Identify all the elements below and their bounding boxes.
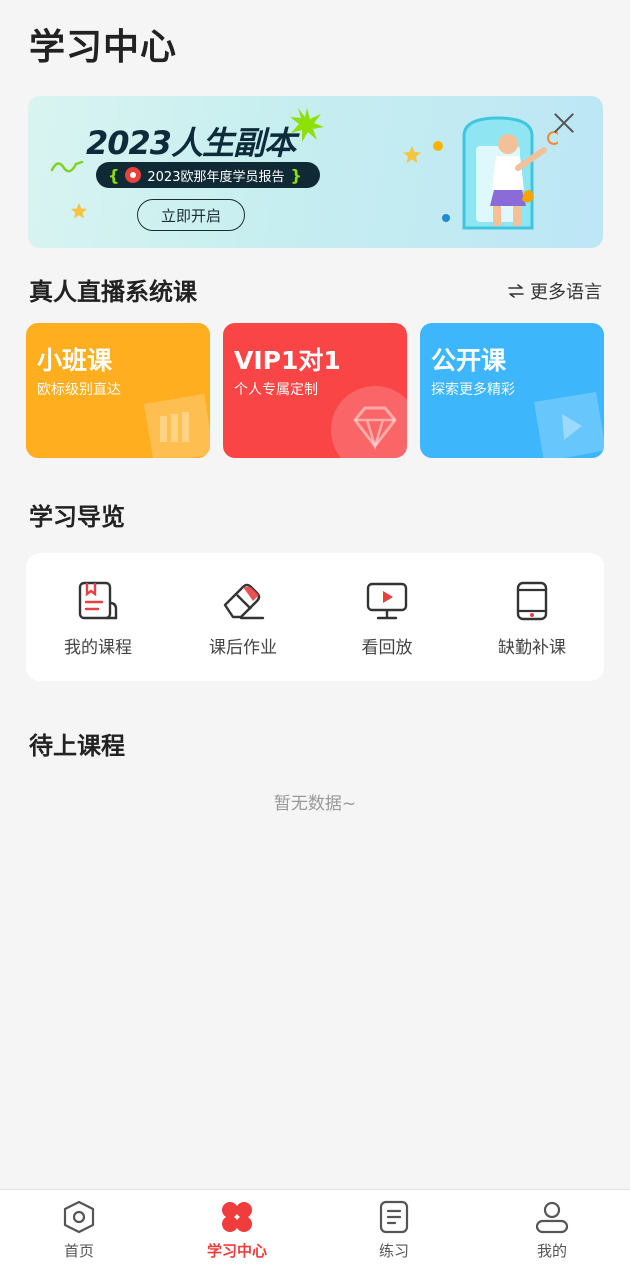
banner-report-pill: { 2023欧那年度学员报告 } xyxy=(96,162,320,188)
swap-arrows-icon xyxy=(508,284,524,298)
card-subtitle: 个人专属定制 xyxy=(234,382,318,398)
card-title: VIP1对1 xyxy=(234,346,341,375)
nav-label: 练习 xyxy=(378,1242,409,1260)
card-title: 公开课 xyxy=(431,346,507,375)
more-languages-label: 更多语言 xyxy=(530,282,602,303)
tablet-icon xyxy=(516,581,548,621)
homework-item[interactable]: 课后作业 xyxy=(183,581,303,658)
card-subtitle: 欧标级别直达 xyxy=(37,382,121,398)
study-guide-panel: 我的课程 课后作业 看回放 缺勤补课 xyxy=(26,553,604,681)
brace-decoration: } xyxy=(290,165,302,185)
replay-item[interactable]: 看回放 xyxy=(327,581,447,658)
bottom-nav-bar: 首页 学习中心 练习 我的 xyxy=(0,1189,630,1280)
nav-label: 首页 xyxy=(63,1242,94,1260)
burst-decoration xyxy=(290,108,324,142)
vip-one-on-one-card[interactable]: VIP1对1 个人专属定制 xyxy=(223,323,407,458)
monitor-play-icon xyxy=(366,582,408,620)
promo-banner[interactable]: 2023人生副本 { 2023欧那年度学员报告 } 立即开启 xyxy=(28,96,603,248)
banner-illustration xyxy=(403,116,558,230)
nav-label: 我的 xyxy=(536,1242,567,1260)
empty-state-text: 暂无数据~ xyxy=(273,794,357,814)
nav-item-home[interactable]: 首页 xyxy=(29,1200,129,1261)
guide-label: 缺勤补课 xyxy=(498,638,566,658)
nav-item-practice[interactable]: 练习 xyxy=(344,1200,444,1261)
live-section-title: 真人直播系统课 xyxy=(29,278,197,306)
nav-item-study-center[interactable]: 学习中心 xyxy=(187,1200,287,1261)
notebook-icon xyxy=(78,581,118,620)
squiggle-decoration xyxy=(50,160,84,173)
my-courses-item[interactable]: 我的课程 xyxy=(38,581,158,658)
card-title: 小班课 xyxy=(37,346,113,375)
guide-label: 我的课程 xyxy=(64,638,132,658)
upcoming-section-title: 待上课程 xyxy=(29,732,125,760)
guide-label: 课后作业 xyxy=(209,638,277,658)
banner-pill-text: 2023欧那年度学员报告 xyxy=(147,169,285,185)
document-icon xyxy=(379,1200,409,1234)
diamond-icon xyxy=(331,386,407,458)
start-button[interactable]: 立即开启 xyxy=(137,199,245,231)
user-icon xyxy=(535,1201,569,1234)
card-subtitle: 探索更多精彩 xyxy=(431,382,515,398)
books-icon xyxy=(144,394,210,458)
open-class-card[interactable]: 公开课 探索更多精彩 xyxy=(420,323,604,458)
home-icon xyxy=(63,1200,95,1234)
star-decoration xyxy=(70,202,88,219)
clover-icon xyxy=(222,1202,252,1232)
guide-section-title: 学习导览 xyxy=(29,503,125,531)
play-box-icon xyxy=(534,392,604,458)
nav-item-me[interactable]: 我的 xyxy=(502,1200,602,1261)
brand-logo-icon xyxy=(125,167,142,183)
more-languages-link[interactable]: 更多语言 xyxy=(508,278,602,304)
page-title: 学习中心 xyxy=(29,27,178,68)
close-banner-button[interactable] xyxy=(551,110,577,136)
banner-title: 2023人生副本 xyxy=(86,124,296,162)
brace-decoration: { xyxy=(108,165,120,185)
guide-label: 看回放 xyxy=(361,638,413,658)
nav-label: 学习中心 xyxy=(206,1242,267,1260)
small-class-card[interactable]: 小班课 欧标级别直达 xyxy=(26,323,210,458)
eraser-icon xyxy=(223,583,265,620)
makeup-class-item[interactable]: 缺勤补课 xyxy=(472,581,592,658)
